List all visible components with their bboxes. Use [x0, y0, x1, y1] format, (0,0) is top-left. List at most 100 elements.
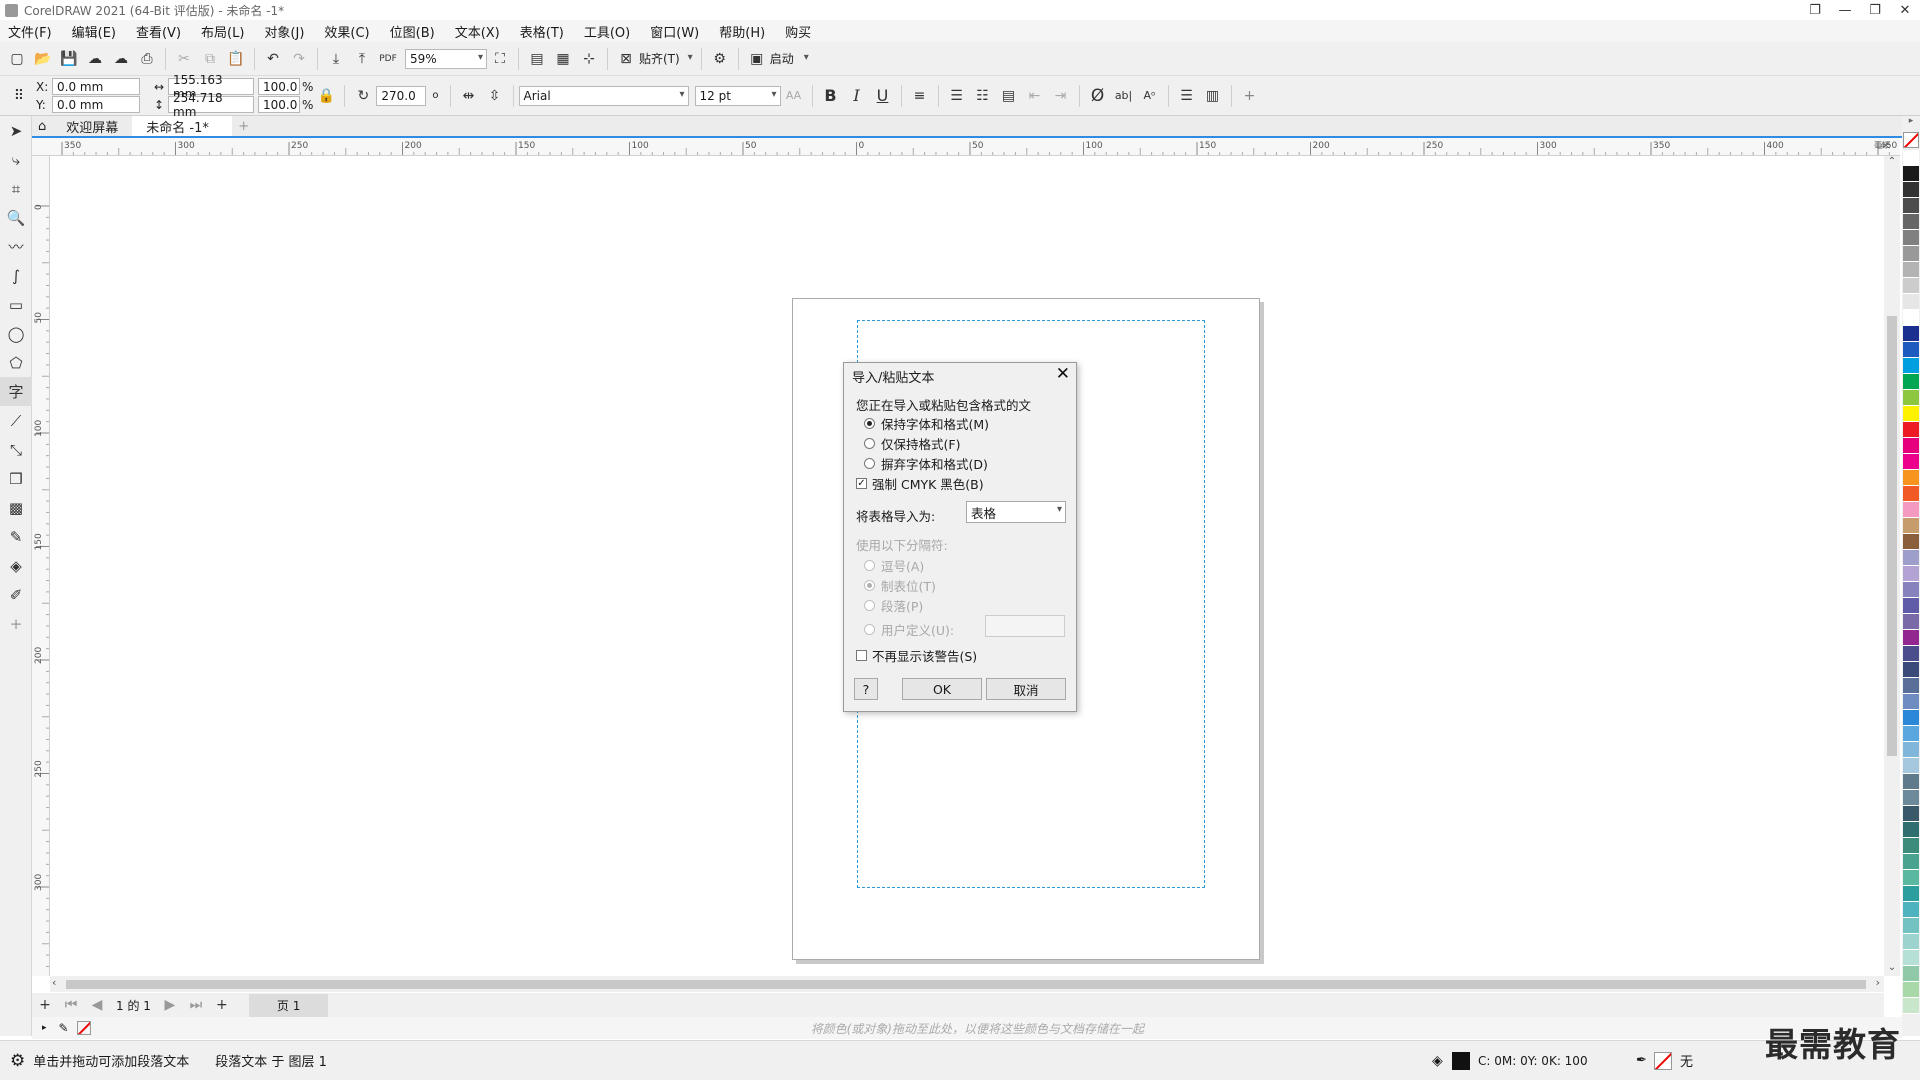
- menu-view[interactable]: 查看(V): [136, 22, 181, 41]
- color-swatch[interactable]: [1903, 822, 1919, 838]
- menu-effects[interactable]: 效果(C): [324, 22, 369, 41]
- font-size-select[interactable]: 12 pt: [694, 85, 781, 106]
- settings-gear-icon[interactable]: ⚙: [10, 1051, 25, 1071]
- color-swatch[interactable]: [1903, 246, 1919, 262]
- maximize-button[interactable]: ❐: [1860, 0, 1890, 20]
- cloud-sync-icon[interactable]: ☁: [108, 46, 134, 72]
- menu-buy[interactable]: 购买: [785, 22, 811, 41]
- no-color-swatch[interactable]: [1903, 132, 1919, 148]
- snap-to-dropdown[interactable]: 贴齐(T): [639, 50, 696, 67]
- snap-off-icon[interactable]: ⊠: [613, 46, 639, 72]
- color-swatch[interactable]: [1903, 774, 1919, 790]
- color-swatch[interactable]: [1903, 438, 1919, 454]
- rectangle-tool-icon[interactable]: ▭: [0, 290, 32, 319]
- text-align-icon[interactable]: ≡: [907, 83, 933, 109]
- color-swatch[interactable]: [1903, 262, 1919, 278]
- drop-shadow-icon[interactable]: ❒: [0, 464, 32, 493]
- horizontal-scrollbar[interactable]: ‹ ›: [50, 976, 1884, 992]
- guidelines-icon[interactable]: ⊹: [576, 46, 602, 72]
- menu-layout[interactable]: 布局(L): [201, 22, 244, 41]
- menu-table[interactable]: 表格(T): [520, 22, 564, 41]
- vertical-scroll-thumb[interactable]: [1887, 316, 1897, 756]
- connector-tool-icon[interactable]: ⤡: [0, 435, 32, 464]
- menu-object[interactable]: 对象(J): [264, 22, 304, 41]
- eyedropper-icon[interactable]: ✎: [0, 522, 32, 551]
- color-swatch[interactable]: [1903, 886, 1919, 902]
- lock-ratio-icon[interactable]: 🔒: [313, 83, 339, 109]
- edit-text-icon[interactable]: ab|: [1111, 83, 1137, 109]
- dialog-close-icon[interactable]: ✕: [1056, 364, 1070, 384]
- color-swatch[interactable]: [1903, 198, 1919, 214]
- checkbox-force-cmyk-black[interactable]: ✓ 强制 CMYK 黑色(B): [856, 474, 984, 493]
- vertical-scrollbar[interactable]: ⌃ ⌄: [1884, 156, 1900, 976]
- color-swatch[interactable]: [1903, 806, 1919, 822]
- cancel-button[interactable]: 取消: [986, 678, 1066, 700]
- cut-icon[interactable]: ✂: [171, 46, 197, 72]
- outline-none-swatch[interactable]: [1654, 1051, 1672, 1070]
- help-button[interactable]: ?: [854, 678, 878, 700]
- color-swatch[interactable]: [1903, 950, 1919, 966]
- height-field[interactable]: 254.718 mm: [168, 91, 254, 119]
- menu-bitmaps[interactable]: 位图(B): [390, 22, 435, 41]
- radio-discard-fonts-formatting[interactable]: 摒弃字体和格式(D): [864, 454, 988, 473]
- add-property-icon[interactable]: +: [1237, 83, 1263, 109]
- underline-button[interactable]: U: [870, 83, 896, 109]
- launch-dropdown[interactable]: 启动: [770, 50, 812, 67]
- next-page-icon[interactable]: ▶: [157, 992, 183, 1018]
- drop-cap-icon[interactable]: ▤: [996, 83, 1022, 109]
- scroll-up-icon[interactable]: ⌃: [1884, 156, 1900, 170]
- add-page-after-icon[interactable]: +: [209, 992, 235, 1018]
- radio-separator-paragraph[interactable]: 段落(P): [864, 596, 923, 615]
- table-import-select[interactable]: 表格: [966, 501, 1066, 523]
- color-swatch[interactable]: [1903, 694, 1919, 710]
- color-swatch[interactable]: [1903, 854, 1919, 870]
- home-icon[interactable]: ⌂: [32, 116, 52, 136]
- full-screen-icon[interactable]: ⛶: [487, 46, 513, 72]
- horizontal-scroll-thumb[interactable]: [66, 980, 1866, 989]
- add-tool-icon[interactable]: +: [0, 609, 32, 638]
- color-swatch[interactable]: [1903, 934, 1919, 950]
- undo-icon[interactable]: ↶: [260, 46, 286, 72]
- ok-button[interactable]: OK: [902, 678, 982, 700]
- polygon-tool-icon[interactable]: ⬠: [0, 348, 32, 377]
- scroll-right-icon[interactable]: ›: [1876, 976, 1880, 989]
- zoom-level-select[interactable]: 59%: [405, 48, 487, 69]
- cloud-upload-icon[interactable]: ☁: [82, 46, 108, 72]
- scroll-left-icon[interactable]: ‹: [52, 976, 56, 989]
- color-swatch[interactable]: [1903, 358, 1919, 374]
- zoom-tool-icon[interactable]: 🔍: [0, 203, 32, 232]
- transparency-tool-icon[interactable]: ▩: [0, 493, 32, 522]
- color-swatch[interactable]: [1903, 166, 1919, 182]
- prev-page-icon[interactable]: ◀: [84, 992, 110, 1018]
- color-swatch[interactable]: [1903, 502, 1919, 518]
- color-swatch[interactable]: [1903, 454, 1919, 470]
- first-page-icon[interactable]: ⏮: [58, 992, 84, 1018]
- vertical-text-icon[interactable]: ▥: [1200, 83, 1226, 109]
- checkbox-dont-show-warning[interactable]: 不再显示该警告(S): [856, 646, 977, 665]
- color-swatch[interactable]: [1903, 902, 1919, 918]
- user-defined-separator-input[interactable]: [985, 615, 1065, 637]
- options-gear-icon[interactable]: ⚙: [707, 46, 733, 72]
- color-swatch[interactable]: [1903, 982, 1919, 998]
- interactive-fill-icon[interactable]: ◈: [0, 551, 32, 580]
- color-swatch[interactable]: [1903, 966, 1919, 982]
- scale-width-field[interactable]: 100.0: [258, 78, 300, 95]
- color-swatch[interactable]: [1903, 646, 1919, 662]
- color-swatch[interactable]: [1903, 342, 1919, 358]
- color-swatch[interactable]: [1903, 870, 1919, 886]
- tab-document[interactable]: 未命名 -1*: [132, 116, 233, 136]
- color-swatch[interactable]: [1903, 598, 1919, 614]
- color-swatch[interactable]: [1903, 310, 1919, 326]
- export-icon[interactable]: ⤒: [349, 46, 375, 72]
- numbered-list-icon[interactable]: ☷: [970, 83, 996, 109]
- ellipse-tool-icon[interactable]: ◯: [0, 319, 32, 348]
- copy-icon[interactable]: ⧉: [197, 46, 223, 72]
- color-swatch[interactable]: [1903, 230, 1919, 246]
- decrease-indent-icon[interactable]: ⇤: [1022, 83, 1048, 109]
- bold-button[interactable]: B: [818, 83, 844, 109]
- color-swatch[interactable]: [1903, 710, 1919, 726]
- parallel-dimension-icon[interactable]: ⟋: [0, 406, 32, 435]
- horizontal-text-icon[interactable]: ☰: [1174, 83, 1200, 109]
- add-tab-button[interactable]: +: [232, 116, 255, 136]
- paste-icon[interactable]: 📋: [223, 46, 249, 72]
